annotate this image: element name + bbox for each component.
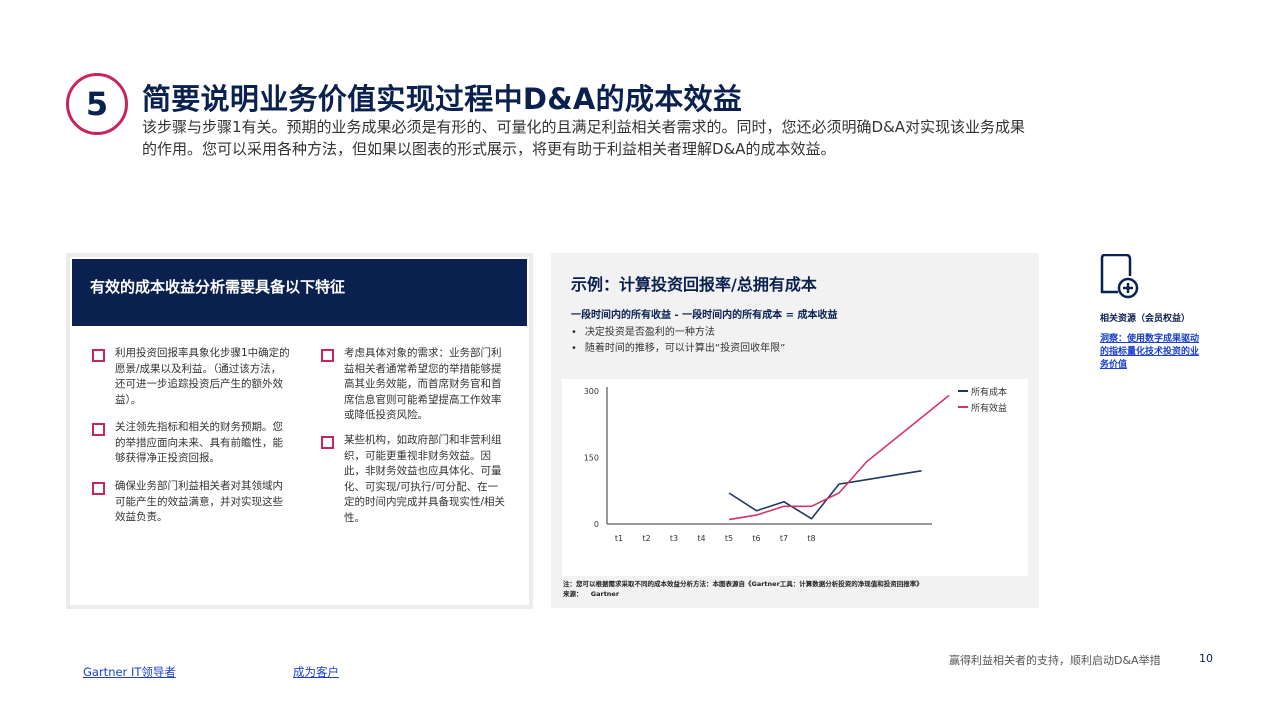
example-bullet: 随着时间的推移，可以计算出“投资回收年限” — [571, 341, 785, 357]
chart-note-text: 注：您可以根据需求采取不同的成本效益分析方法：本图表源自《Gartner工具：计… — [563, 580, 923, 588]
chart-source: 来源： Gartner — [563, 589, 923, 599]
chart-source-label: 来源： — [563, 590, 583, 598]
checkbox-icon — [92, 423, 105, 436]
example-title: 示例：计算投资回报率/总拥有成本 — [571, 275, 817, 294]
legend-label-cost: 所有成本 — [971, 387, 1008, 398]
legend-label-benefit: 所有效益 — [971, 403, 1008, 414]
legend-entry-benefit: 所有效益 — [958, 399, 1007, 415]
legend-swatch-cost — [958, 390, 968, 392]
checkbox-icon — [92, 349, 105, 362]
x-tick-label: t7 — [780, 534, 788, 543]
y-tick-label: 0 — [594, 520, 599, 529]
page-title: 简要说明业务价值实现过程中D&A的成本效益 — [142, 82, 743, 116]
feature-item: 确保业务部门利益相关者对其领域内可能产生的效益满意，并对实现这些效益负责。 — [115, 480, 283, 523]
characteristics-panel-title: 有效的成本收益分析需要具备以下特征 — [72, 259, 527, 326]
example-panel: 示例：计算投资回报率/总拥有成本 一段时间内的所有收益 - 一段时间内的所有成本… — [551, 253, 1039, 608]
roi-chart: 300 150 0 t1 t2 t3 t4 t5 t6 t7 t8 所有成本 所有效益 — [562, 379, 1028, 576]
footer-link-become-client[interactable]: 成为客户 — [293, 664, 339, 680]
chart-legend: 所有成本 所有效益 — [958, 383, 1007, 415]
checkbox-icon — [321, 349, 334, 362]
footer-link-it-leaders[interactable]: Gartner IT领导者 — [83, 664, 176, 680]
example-bullets: 决定投资是否盈利的一种方法 随着时间的推移，可以计算出“投资回收年限” — [571, 325, 785, 357]
x-tick-label: t4 — [697, 534, 705, 543]
x-tick-label: t2 — [642, 534, 650, 543]
step-number-badge: 5 — [66, 73, 128, 135]
resource-label: 相关资源（会员权益） — [1100, 314, 1191, 324]
legend-swatch-benefit — [958, 406, 968, 408]
feature-item: 考虑具体对象的需求：业务部门利益相关者通常希望您的举措能够提高其业务效能，而首席… — [344, 347, 502, 421]
chart-source-value: Gartner — [590, 590, 620, 598]
feature-item: 利用投资回报率具象化步骤1中确定的愿景/成果以及利益。（通过该方法，还可进一步追… — [115, 347, 290, 406]
example-bullet: 决定投资是否盈利的一种方法 — [571, 325, 785, 341]
x-tick-label: t1 — [615, 534, 623, 543]
feature-item: 关注领先指标和相关的财务预期。您的举措应面向未来、具有前瞻性，能够获得净正投资回… — [115, 421, 283, 464]
characteristics-panel: 有效的成本收益分析需要具备以下特征 利用投资回报率具象化步骤1中确定的愿景/成果… — [66, 253, 533, 609]
y-tick-label: 150 — [584, 454, 599, 463]
x-tick-label: t5 — [725, 534, 733, 543]
page-number: 10 — [1199, 652, 1213, 665]
resource-link[interactable]: 洞察：使用数字成果驱动的指标量化技术投资的业务价值 — [1100, 333, 1200, 372]
series-line-cost — [728, 470, 922, 520]
legend-entry-cost: 所有成本 — [958, 383, 1007, 399]
x-tick-label: t8 — [807, 534, 815, 543]
x-tick-label: t6 — [752, 534, 760, 543]
x-tick-label: t3 — [670, 534, 678, 543]
checkbox-icon — [321, 436, 334, 449]
example-formula: 一段时间内的所有收益 - 一段时间内的所有成本 = 成本收益 — [571, 310, 838, 321]
page-description: 该步骤与步骤1有关。预期的业务成果必须是有形的、可量化的且满足利益相关者需求的。… — [142, 118, 1026, 158]
feature-item: 某些机构，如政府部门和非营利组织，可能更重视非财务效益。因此，非财务效益也应具体… — [344, 434, 506, 524]
checkbox-icon — [92, 482, 105, 495]
chart-note: 注：您可以根据需求采取不同的成本效益分析方法：本图表源自《Gartner工具：计… — [563, 579, 923, 599]
y-tick-label: 300 — [584, 387, 599, 396]
document-plus-icon — [1100, 253, 1142, 304]
footer-caption: 赢得利益相关者的支持，顺利启动D&A举措 — [949, 654, 1161, 667]
series-line-benefit — [728, 394, 950, 521]
